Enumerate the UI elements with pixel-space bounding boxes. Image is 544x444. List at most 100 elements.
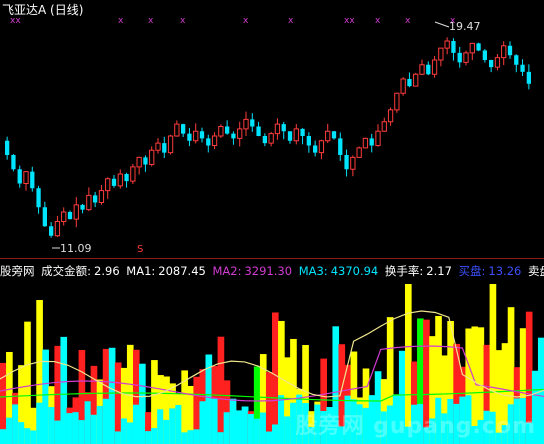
volume-bar-base xyxy=(223,412,231,444)
candle xyxy=(482,50,487,60)
candle xyxy=(501,45,507,59)
candle xyxy=(54,221,61,237)
volume-bar-base xyxy=(187,430,195,444)
site-label: 股旁网 xyxy=(0,264,35,278)
candle xyxy=(250,119,255,127)
candle xyxy=(80,204,85,210)
volume-bar-base xyxy=(211,398,219,444)
buy-label: 买盘: xyxy=(458,264,486,278)
volume-bar-base xyxy=(108,423,116,444)
volume-bar xyxy=(272,312,279,444)
candle xyxy=(400,78,406,94)
candle xyxy=(181,124,186,134)
candle xyxy=(98,190,105,203)
volume-bar-base xyxy=(157,409,164,444)
candle xyxy=(23,171,29,184)
chart-title: 飞亚达A (日线) xyxy=(2,1,83,18)
candle xyxy=(268,133,274,144)
candle xyxy=(256,126,261,136)
volume-bar-base xyxy=(36,402,43,444)
candle xyxy=(117,173,123,187)
volume-bar-base xyxy=(247,413,255,444)
candle xyxy=(93,195,98,203)
volume-bar-base xyxy=(139,430,146,444)
sell-marker: S xyxy=(137,244,144,255)
signal-marker: x xyxy=(375,16,381,26)
candle xyxy=(199,131,205,139)
signal-marker: x xyxy=(118,16,124,26)
candle xyxy=(344,155,349,170)
candle xyxy=(426,64,431,75)
candle xyxy=(356,147,362,158)
candle xyxy=(387,109,394,123)
low-price-label: 11.09 xyxy=(60,242,92,255)
candle xyxy=(111,178,117,186)
candle xyxy=(155,142,161,151)
volume-bar-base xyxy=(96,405,104,444)
volume-bar-base xyxy=(0,429,7,444)
ma1-label: MA1: xyxy=(126,264,156,278)
candle xyxy=(42,207,47,227)
signal-marker: x xyxy=(180,16,186,26)
volume-bar xyxy=(217,336,225,444)
candle xyxy=(476,43,481,51)
volume-bar-base xyxy=(30,430,37,444)
volume-bar-base xyxy=(132,404,140,444)
volume-bar-base xyxy=(42,413,49,444)
candle xyxy=(306,136,311,146)
candle xyxy=(381,121,387,132)
candle xyxy=(262,136,267,144)
candle xyxy=(375,130,381,146)
candle xyxy=(162,143,167,153)
candle xyxy=(187,133,192,141)
volume-bar-base xyxy=(284,416,291,444)
volume-bar-base xyxy=(175,404,182,444)
volume-bar-base xyxy=(253,418,261,444)
signal-marker: x xyxy=(288,16,294,26)
volume-bar-base xyxy=(24,428,31,444)
amount-value: 2.96 xyxy=(94,264,120,278)
volume-bar-base xyxy=(205,427,213,444)
candle xyxy=(5,140,10,155)
candle xyxy=(105,178,111,192)
candle xyxy=(149,149,155,165)
candle xyxy=(318,140,325,154)
candle xyxy=(86,194,92,211)
volume-bar-base xyxy=(126,422,134,444)
volume-bar-base xyxy=(145,431,152,444)
candle xyxy=(193,130,199,142)
signal-marker: x xyxy=(243,16,249,26)
candle xyxy=(300,128,305,136)
candle xyxy=(61,211,67,222)
candlestick-chart: xx x x x x x xx x x x xyxy=(5,16,531,249)
candle xyxy=(67,212,73,220)
volume-bar-base xyxy=(163,419,170,444)
high-arrow xyxy=(434,21,450,28)
candle xyxy=(174,123,180,137)
candle xyxy=(11,155,16,170)
volume-bar-base xyxy=(54,420,62,444)
candle xyxy=(281,124,286,132)
ma3-value: 4370.94 xyxy=(330,264,379,278)
volume-bar-base xyxy=(235,418,243,444)
candle xyxy=(438,47,444,61)
volume-bar-base xyxy=(78,420,86,444)
candle xyxy=(313,145,318,153)
candle xyxy=(526,71,531,84)
candle xyxy=(167,135,174,154)
ma2-label: MA2: xyxy=(212,264,242,278)
candle xyxy=(369,138,374,146)
candle xyxy=(17,169,22,184)
candle xyxy=(73,204,79,220)
candle xyxy=(243,118,249,130)
buy-value: 13.26 xyxy=(488,264,522,278)
volume-bar-base xyxy=(48,407,55,444)
ma1-value: 2087.45 xyxy=(158,264,206,278)
volume-bar-base xyxy=(102,398,110,444)
candle xyxy=(431,59,438,75)
signal-marker: x xyxy=(405,16,411,26)
volume-bar-base xyxy=(84,401,92,444)
volume-bar-base xyxy=(114,431,122,444)
volume-bar-base xyxy=(199,401,207,444)
volume-bar-base xyxy=(217,432,225,444)
